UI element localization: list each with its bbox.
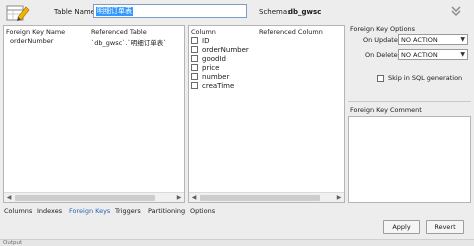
fk-options-title: Foreign Key Options (350, 25, 416, 33)
table-editor-header: Table Name: 明细订单表 Schema: db_gwsc (0, 0, 474, 24)
referenced-column-header: Referenced Column (259, 28, 323, 36)
schema-value: db_gwsc (288, 8, 322, 16)
skip-in-sql-label: Skip in SQL generation (388, 74, 463, 82)
on-update-value: NO ACTION (401, 36, 438, 44)
column-name: creaTime (202, 81, 235, 90)
column-row[interactable]: orderNumber (191, 45, 249, 54)
dropdown-arrow-icon: ▼ (460, 36, 465, 43)
fk-horizontal-scrollbar[interactable]: ◀ ▶ (4, 192, 184, 202)
fk-name-header: Foreign Key Name (6, 28, 66, 36)
column-header: Column (191, 28, 216, 36)
foreign-keys-table[interactable]: Foreign Key Name Referenced Table orderN… (3, 25, 185, 203)
revert-button[interactable]: Revert (426, 220, 464, 234)
editor-tab-bar: Columns Indexes Foreign Keys Triggers Pa… (0, 205, 474, 217)
table-name-input[interactable]: 明细订单表 (93, 4, 247, 18)
on-update-select[interactable]: NO ACTION ▼ (398, 34, 468, 45)
output-bar (0, 239, 474, 246)
column-checkbox[interactable] (191, 37, 198, 44)
tab-triggers[interactable]: Triggers (115, 207, 141, 215)
column-row[interactable]: goodId (191, 54, 226, 63)
scroll-thumb[interactable] (200, 195, 320, 201)
on-update-label: On Update: (363, 36, 401, 44)
skip-in-sql-checkbox[interactable] (377, 74, 384, 82)
schema-label: Schema: (259, 8, 290, 16)
scroll-right-icon[interactable]: ▶ (175, 194, 183, 202)
collapse-chevron-icon[interactable] (449, 4, 463, 18)
tab-indexes[interactable]: Indexes (37, 207, 62, 215)
column-row[interactable]: creaTime (191, 81, 234, 90)
on-delete-label: On Delete: (365, 51, 400, 59)
column-checkbox[interactable] (191, 46, 198, 53)
skip-in-sql-option[interactable]: Skip in SQL generation (377, 74, 462, 82)
fk-columns-table[interactable]: Column Referenced Column ID orderNumber … (188, 25, 345, 203)
column-row[interactable]: ID (191, 36, 209, 45)
scroll-left-icon[interactable]: ◀ (5, 194, 13, 202)
on-delete-select[interactable]: NO ACTION ▼ (398, 49, 468, 60)
columns-horizontal-scrollbar[interactable]: ◀ ▶ (189, 192, 344, 202)
dropdown-arrow-icon: ▼ (460, 51, 465, 58)
tab-partitioning[interactable]: Partitioning (148, 207, 185, 215)
apply-button[interactable]: Apply (383, 220, 420, 234)
on-delete-value: NO ACTION (401, 51, 438, 59)
fk-comment-textarea[interactable] (348, 116, 471, 203)
options-divider (348, 101, 471, 102)
column-checkbox[interactable] (191, 82, 198, 89)
column-checkbox[interactable] (191, 64, 198, 71)
column-name: orderNumber (202, 45, 249, 54)
column-row[interactable]: price (191, 63, 219, 72)
output-label[interactable]: Output (3, 240, 22, 246)
scroll-thumb[interactable] (15, 195, 155, 201)
tab-columns[interactable]: Columns (4, 207, 32, 215)
column-checkbox[interactable] (191, 55, 198, 62)
column-checkbox[interactable] (191, 73, 198, 80)
column-name: price (202, 63, 220, 72)
referenced-table-header: Referenced Table (91, 28, 147, 36)
fk-row-referenced-table[interactable]: `db_gwsc`.`明细订单表` (91, 37, 166, 47)
column-row[interactable]: number (191, 72, 229, 81)
table-editor-icon (6, 5, 30, 21)
table-name-value: 明细订单表 (96, 7, 133, 16)
column-name: number (202, 72, 230, 81)
column-name: goodId (202, 54, 226, 63)
table-name-label: Table Name: (54, 8, 98, 16)
scroll-right-icon[interactable]: ▶ (335, 194, 343, 202)
tab-foreign-keys[interactable]: Foreign Keys (69, 207, 110, 215)
column-name: ID (202, 36, 210, 45)
scroll-left-icon[interactable]: ◀ (190, 194, 198, 202)
fk-row-name[interactable]: orderNumber (10, 37, 53, 45)
fk-comment-title: Foreign Key Comment (350, 106, 422, 114)
tab-options[interactable]: Options (190, 207, 215, 215)
